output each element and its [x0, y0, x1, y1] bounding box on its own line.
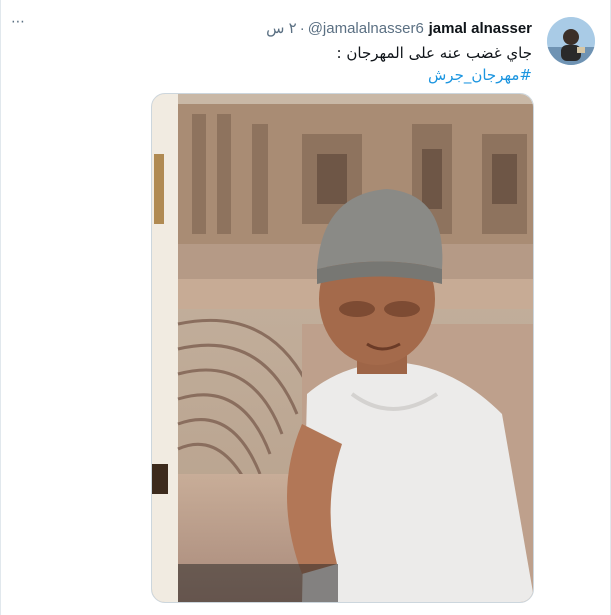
tweet-header: ٢ س · @jamalalnasser6 jamal alnasser — [266, 18, 532, 39]
hashtag-link[interactable]: #مهرجان_جرش — [337, 64, 532, 86]
author-name[interactable]: jamal alnasser — [429, 20, 532, 37]
header-separator: · — [299, 20, 305, 37]
tweet-image[interactable] — [151, 93, 534, 603]
tweet-body: جاي غضب عنه على المهرجان : — [336, 44, 532, 62]
avatar-image — [547, 17, 595, 65]
tweet-timestamp[interactable]: ٢ س — [266, 20, 297, 37]
tweet-card[interactable]: ⋯ ٢ س · @jamalalnasser6 jamal alnasser جاي… — [0, 0, 611, 615]
photo-man-in-ruins — [152, 94, 533, 602]
avatar[interactable] — [547, 17, 595, 65]
author-handle[interactable]: @jamalalnasser6 — [308, 20, 424, 37]
more-options-icon[interactable]: ⋯ — [11, 14, 26, 30]
tweet-text: جاي غضب عنه على المهرجان : #مهرجان_جرش — [337, 42, 532, 86]
